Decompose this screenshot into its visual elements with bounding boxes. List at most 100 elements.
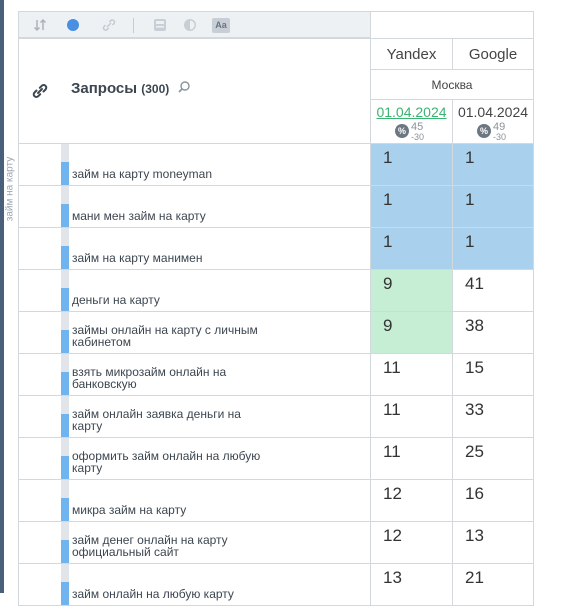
font-size-icon[interactable]: Aa — [212, 18, 230, 33]
query-cell[interactable]: займ денег онлайн на карту официальный са… — [61, 522, 371, 564]
date-google[interactable]: 01.04.2024 — [453, 104, 533, 120]
table-row[interactable]: займ денег онлайн на карту официальный са… — [18, 522, 534, 564]
position-yandex[interactable]: 11 — [370, 438, 453, 480]
row-link-cell[interactable] — [18, 354, 62, 396]
position-yandex[interactable]: 13 — [370, 564, 453, 606]
position-yandex[interactable]: 1 — [370, 144, 453, 186]
percent-icon: % — [477, 124, 491, 138]
table-row[interactable]: микра займ на карту 12 16 — [18, 480, 534, 522]
frequency-bar-fill — [61, 330, 69, 353]
query-text: займ на карту манимен — [72, 251, 203, 265]
queries-column-header[interactable]: Запросы (300) — [61, 38, 371, 144]
query-cell[interactable]: мани мен займ на карту — [61, 186, 371, 228]
table-row[interactable]: деньги на карту 9 41 — [18, 270, 534, 312]
query-cell[interactable]: займы онлайн на карту с личным кабинетом — [61, 312, 371, 354]
query-cell[interactable]: займ на карту манимен — [61, 228, 371, 270]
query-text: займ онлайн на любую карту — [72, 587, 234, 601]
position-google[interactable]: 13 — [452, 522, 534, 564]
table-row[interactable]: займ онлайн заявка деньги на карту 11 33 — [18, 396, 534, 438]
frequency-bar — [61, 354, 69, 395]
frequency-bar — [61, 480, 69, 521]
position-google[interactable]: 33 — [452, 396, 534, 438]
position-google[interactable]: 15 — [452, 354, 534, 396]
row-link-cell[interactable] — [18, 144, 62, 186]
query-text: займы онлайн на карту с личным кабинетом — [72, 323, 258, 349]
date-link-yandex[interactable]: 01.04.2024 — [371, 104, 452, 120]
row-link-cell[interactable] — [18, 480, 62, 522]
engine-header-yandex[interactable]: Yandex — [370, 38, 453, 70]
query-cell[interactable]: микра займ на карту — [61, 480, 371, 522]
position-google[interactable]: 1 — [452, 186, 534, 228]
row-link-cell[interactable] — [18, 228, 62, 270]
query-text: займ на карту moneyman — [72, 167, 213, 181]
position-google[interactable]: 25 — [452, 438, 534, 480]
table-row[interactable]: взять микрозайм онлайн на банковскую 11 15 — [18, 354, 534, 396]
query-text: микра займ на карту — [72, 503, 187, 517]
header-spacer-cell — [370, 11, 534, 39]
query-text: деньги на карту — [72, 293, 160, 307]
left-edge-bar — [0, 0, 4, 593]
row-link-cell[interactable] — [18, 312, 62, 354]
table-row[interactable]: мани мен займ на карту 1 1 — [18, 186, 534, 228]
position-google[interactable]: 38 — [452, 312, 534, 354]
query-text: мани мен займ на карту — [72, 209, 206, 223]
visibility-badge-yandex: 45 -30 — [411, 121, 425, 142]
position-google[interactable]: 1 — [452, 228, 534, 270]
frequency-bar-fill — [61, 162, 69, 185]
position-google[interactable]: 41 — [452, 270, 534, 312]
calculator-icon[interactable] — [153, 18, 167, 32]
position-yandex[interactable]: 9 — [370, 312, 453, 354]
position-google[interactable]: 21 — [452, 564, 534, 606]
query-cell[interactable]: займ на карту moneyman — [61, 144, 371, 186]
row-link-cell[interactable] — [18, 270, 62, 312]
position-yandex[interactable]: 11 — [370, 354, 453, 396]
queries-count: (300) — [141, 82, 170, 96]
sort-icon[interactable] — [33, 18, 47, 32]
position-yandex[interactable]: 12 — [370, 522, 453, 564]
position-yandex[interactable]: 1 — [370, 186, 453, 228]
table-row[interactable]: займы онлайн на карту с личным кабинетом 9… — [18, 312, 534, 354]
date-header-yandex: 01.04.2024 % 45 -30 — [370, 99, 453, 144]
frequency-bar — [61, 564, 69, 605]
row-link-cell[interactable] — [18, 522, 62, 564]
position-yandex[interactable]: 11 — [370, 396, 453, 438]
query-cell[interactable]: займ онлайн заявка деньги на карту — [61, 396, 371, 438]
position-yandex[interactable]: 9 — [370, 270, 453, 312]
engine-header-google[interactable]: Google — [452, 38, 534, 70]
link-icon[interactable] — [101, 18, 117, 32]
frequency-bar-fill — [61, 540, 69, 563]
link-chain-icon[interactable] — [31, 82, 49, 100]
row-link-cell[interactable] — [18, 186, 62, 228]
position-yandex[interactable]: 1 — [370, 228, 453, 270]
table-row[interactable]: займ онлайн на любую карту 13 21 — [18, 564, 534, 606]
region-header: Москва — [370, 69, 534, 100]
queries-title: Запросы — [71, 80, 138, 97]
position-google[interactable]: 1 — [452, 144, 534, 186]
frequency-bar — [61, 270, 69, 311]
row-link-cell[interactable] — [18, 564, 62, 606]
frequency-bar — [61, 438, 69, 479]
table-row[interactable]: займ на карту манимен 1 1 — [18, 228, 534, 270]
query-text: займ онлайн заявка деньги на карту — [72, 407, 241, 433]
frequency-bar-fill — [61, 246, 69, 269]
query-cell[interactable]: оформить займ онлайн на любую карту — [61, 438, 371, 480]
search-icon[interactable] — [177, 80, 191, 98]
table-row[interactable]: займ на карту moneyman 1 1 — [18, 144, 534, 186]
frequency-bar — [61, 522, 69, 563]
sidebar-group-label: займ на карту — [4, 156, 16, 222]
toolbar: Aa — [18, 11, 370, 38]
row-link-cell[interactable] — [18, 438, 62, 480]
row-link-cell[interactable] — [18, 396, 62, 438]
color-dot-icon[interactable] — [67, 19, 79, 31]
frequency-bar — [61, 186, 69, 227]
frequency-bar-fill — [61, 582, 69, 605]
contrast-icon[interactable] — [183, 18, 197, 32]
frequency-bar-fill — [61, 456, 69, 479]
visibility-badge-google: 49 -30 — [493, 121, 507, 142]
query-cell[interactable]: займ онлайн на любую карту — [61, 564, 371, 606]
query-cell[interactable]: взять микрозайм онлайн на банковскую — [61, 354, 371, 396]
table-row[interactable]: оформить займ онлайн на любую карту 11 25 — [18, 438, 534, 480]
query-cell[interactable]: деньги на карту — [61, 270, 371, 312]
position-google[interactable]: 16 — [452, 480, 534, 522]
position-yandex[interactable]: 12 — [370, 480, 453, 522]
